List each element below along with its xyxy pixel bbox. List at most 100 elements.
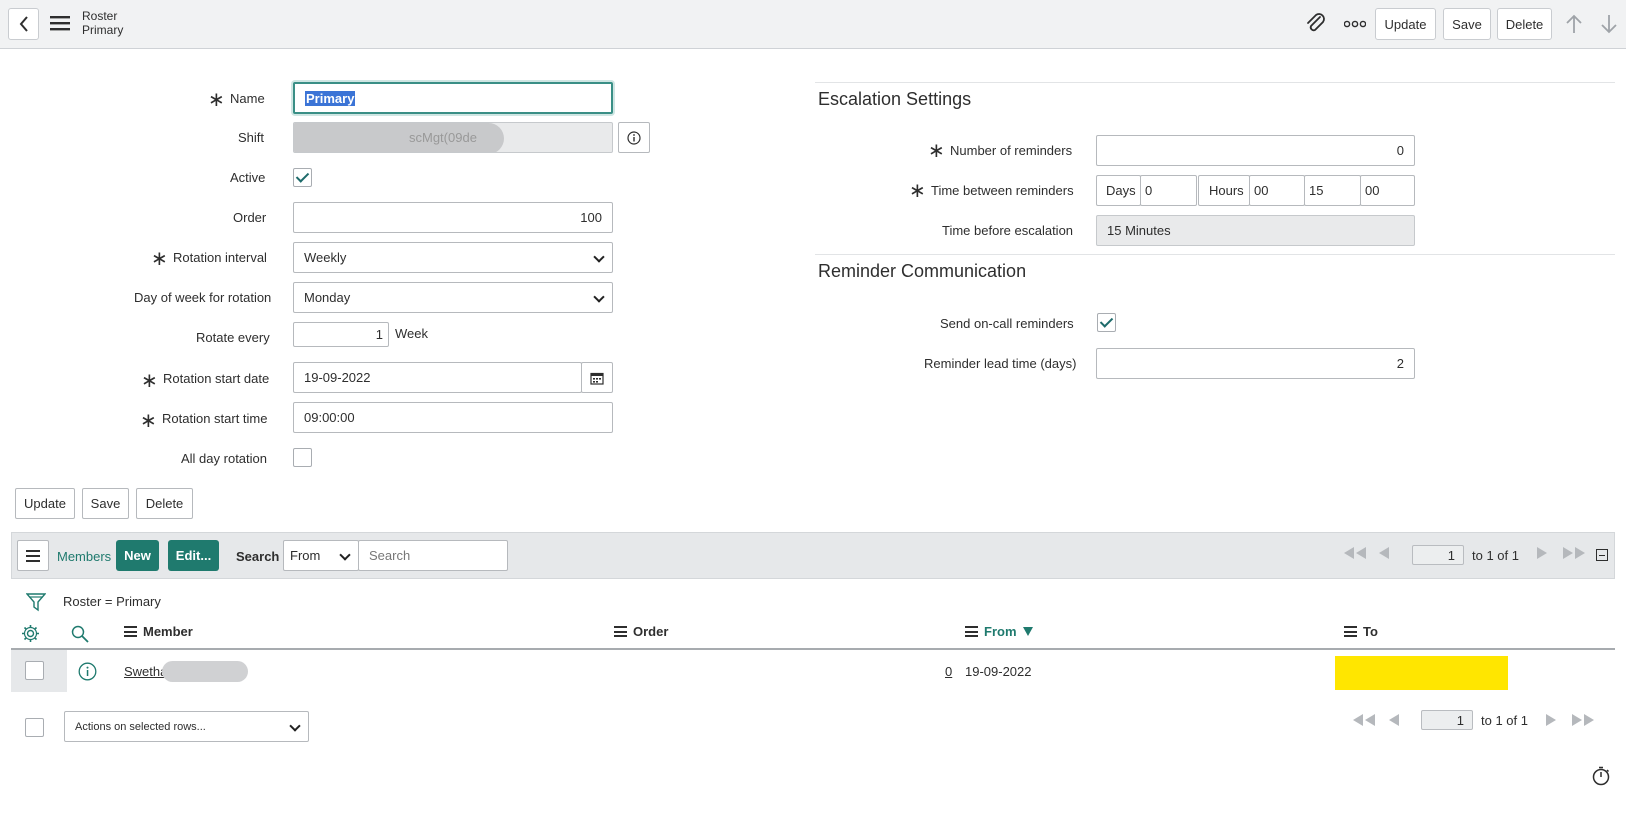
column-menu-icon[interactable] [965, 626, 978, 637]
back-button[interactable] [8, 8, 39, 40]
day-of-week-label: Day of week for rotation [134, 290, 272, 305]
record-title: Roster Primary [82, 9, 123, 37]
search-field-select[interactable]: From [283, 540, 359, 571]
rotation-start-date-label: Rotation start date [163, 371, 270, 386]
member-link[interactable]: Swetha [124, 664, 167, 679]
save-button[interactable]: Save [1443, 8, 1491, 40]
first-page-icon[interactable] [1352, 714, 1376, 726]
actions-select[interactable]: Actions on selected rows... [64, 711, 309, 742]
next-page-icon[interactable] [1536, 547, 1547, 559]
actions-placeholder: Actions on selected rows... [75, 720, 206, 733]
shift-label: Shift [238, 130, 265, 145]
page-number-input[interactable]: 1 [1412, 545, 1464, 565]
order-value[interactable]: 0 [945, 664, 952, 679]
search-placeholder: Search [369, 548, 411, 563]
column-header-to[interactable]: To [1344, 624, 1378, 639]
seconds-input[interactable]: 00 [1360, 175, 1415, 206]
rotate-every-label: Rotate every [196, 330, 270, 345]
page-subtitle: Primary [82, 23, 124, 37]
page-title: Roster [82, 9, 118, 23]
name-input[interactable]: Primary [293, 82, 613, 114]
number-of-reminders-label: Number of reminders [950, 143, 1073, 158]
bottom-update-button[interactable]: Update [15, 488, 75, 519]
required-marker: ∗ [909, 180, 926, 202]
column-header-member[interactable]: Member [124, 624, 193, 639]
order-input[interactable]: 100 [293, 202, 613, 233]
rotation-start-time-input[interactable]: 09:00:00 [293, 402, 613, 433]
days-label: Days [1096, 175, 1141, 206]
required-marker: ∗ [140, 410, 157, 432]
hours-input[interactable]: 00 [1249, 175, 1305, 206]
collapse-icon[interactable] [1596, 549, 1608, 561]
shift-value: scMgt(09de [409, 130, 477, 145]
row-checkbox[interactable] [25, 661, 44, 680]
shift-info-button[interactable] [618, 122, 650, 153]
menu-icon [26, 549, 40, 562]
previous-page-icon[interactable] [1389, 714, 1400, 726]
gear-icon[interactable] [21, 624, 40, 643]
all-day-rotation-label: All day rotation [181, 451, 267, 466]
next-record-icon[interactable] [1600, 14, 1618, 34]
rotation-start-time-label: Rotation start time [162, 411, 268, 426]
column-to-label: To [1363, 624, 1378, 639]
search-icon[interactable] [71, 625, 89, 643]
last-page-icon[interactable] [1562, 547, 1586, 559]
last-page-icon[interactable] [1571, 714, 1595, 726]
select-all-checkbox[interactable] [25, 718, 44, 737]
update-button[interactable]: Update [1375, 8, 1436, 40]
lead-time-label: Reminder lead time (days) [924, 356, 1077, 371]
rotation-start-date-input[interactable]: 19-09-2022 [293, 362, 582, 393]
required-marker: ∗ [208, 89, 225, 111]
required-marker: ∗ [928, 140, 945, 162]
bottom-save-button[interactable]: Save [82, 488, 129, 519]
sort-descending-icon [1022, 627, 1033, 636]
column-menu-icon[interactable] [614, 626, 627, 637]
search-input[interactable]: Search [358, 540, 508, 571]
chevron-left-icon [19, 16, 28, 32]
active-label: Active [230, 170, 266, 185]
column-menu-icon[interactable] [1344, 626, 1357, 637]
menu-icon[interactable] [50, 15, 70, 31]
send-reminders-checkbox[interactable] [1097, 313, 1116, 332]
column-header-order[interactable]: Order [614, 624, 668, 639]
calendar-button[interactable] [581, 362, 613, 393]
minutes-input[interactable]: 15 [1304, 175, 1361, 206]
rotate-every-input[interactable]: 1 [293, 322, 389, 347]
info-icon[interactable] [78, 662, 97, 681]
section-divider [815, 254, 1615, 255]
members-tab[interactable]: Members [57, 549, 111, 564]
first-page-icon[interactable] [1343, 547, 1367, 559]
bottom-delete-button[interactable]: Delete [136, 488, 193, 519]
new-button[interactable]: New [116, 540, 159, 571]
day-of-week-value: Monday [304, 290, 351, 305]
timer-icon[interactable] [1591, 766, 1611, 786]
table-row: Swetha 0 19-09-2022 [11, 650, 1615, 692]
column-member-label: Member [143, 624, 193, 639]
number-of-reminders-input[interactable]: 0 [1096, 135, 1415, 166]
send-reminders-label: Send on-call reminders [940, 316, 1074, 331]
active-checkbox[interactable] [293, 168, 312, 187]
column-menu-icon[interactable] [124, 626, 137, 637]
search-label: Search [236, 549, 280, 564]
days-input[interactable]: 0 [1140, 175, 1197, 206]
hours-label: Hours [1198, 175, 1250, 206]
column-header-from[interactable]: From [965, 624, 1033, 639]
previous-page-icon[interactable] [1379, 547, 1390, 559]
edit-button[interactable]: Edit... [168, 540, 219, 571]
filter-breadcrumb[interactable]: Roster = Primary [63, 594, 161, 609]
column-order-label: Order [633, 624, 669, 639]
list-menu-button[interactable] [17, 540, 49, 571]
footer-page-number-input[interactable]: 1 [1421, 710, 1473, 730]
delete-button[interactable]: Delete [1497, 8, 1552, 40]
lead-time-input[interactable]: 2 [1096, 348, 1415, 379]
filter-icon[interactable] [26, 592, 46, 612]
more-options-icon[interactable] [1344, 20, 1366, 28]
day-of-week-select[interactable]: Monday [293, 282, 613, 313]
rotation-interval-select[interactable]: Weekly [293, 242, 613, 273]
time-between-reminders-label: Time between reminders [931, 183, 1074, 198]
previous-record-icon[interactable] [1565, 14, 1583, 34]
all-day-rotation-checkbox[interactable] [293, 448, 312, 467]
paperclip-icon[interactable] [1305, 12, 1327, 36]
escalation-settings-title: Escalation Settings [818, 89, 972, 109]
next-page-icon[interactable] [1545, 714, 1556, 726]
